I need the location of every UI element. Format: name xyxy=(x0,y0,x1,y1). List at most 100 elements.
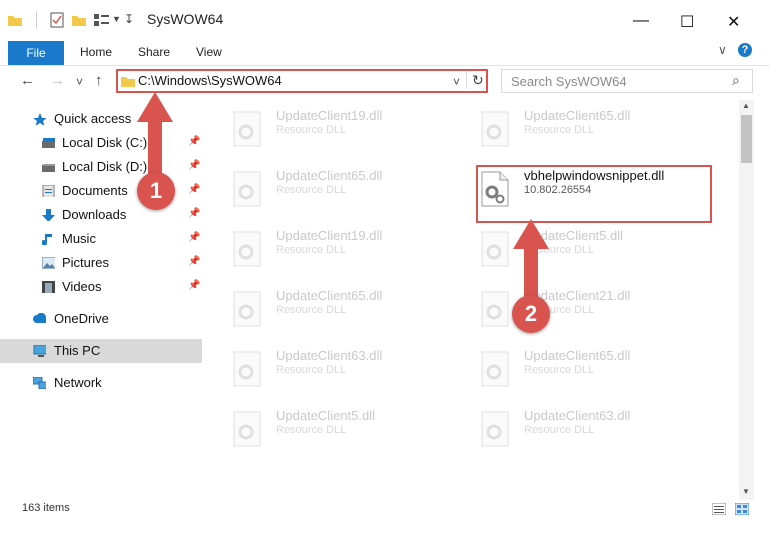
address-dropdown-button[interactable]: ˅ xyxy=(453,75,460,89)
sidebar-item-pictures[interactable]: Pictures 📌 xyxy=(0,251,202,275)
scrollbar-thumb[interactable] xyxy=(741,115,752,163)
star-icon xyxy=(33,113,46,125)
file-item[interactable]: UpdateClient63.dll Resource DLL xyxy=(230,348,460,398)
dll-file-icon xyxy=(233,231,261,267)
new-folder-icon[interactable] xyxy=(72,14,86,26)
window-title: SysWOW64 xyxy=(147,11,224,27)
dll-file-icon xyxy=(481,411,509,447)
tab-home[interactable]: Home xyxy=(80,45,112,59)
scroll-down-icon[interactable]: ▼ xyxy=(742,487,750,496)
sidebar-item-label: OneDrive xyxy=(54,311,109,326)
file-type: Resource DLL xyxy=(524,124,595,136)
details-view-icon[interactable] xyxy=(712,503,726,515)
drive-icon xyxy=(42,164,55,172)
dll-file-icon xyxy=(233,291,261,327)
recent-locations-button[interactable]: ˅ xyxy=(76,75,83,89)
dll-file-icon xyxy=(481,351,509,387)
dll-file-icon xyxy=(233,111,261,147)
annotation-badge-2: 2 xyxy=(512,295,550,333)
sidebar-item-label: Network xyxy=(54,375,102,390)
up-button[interactable]: ↑ xyxy=(95,72,103,89)
address-path[interactable]: C:\Windows\SysWOW64 xyxy=(138,73,282,88)
file-name: UpdateClient19.dll xyxy=(276,228,383,243)
music-icon xyxy=(42,234,52,245)
file-item[interactable]: UpdateClient65.dll Resource DLL xyxy=(230,288,460,338)
scroll-up-icon[interactable]: ▲ xyxy=(742,101,750,110)
file-type: Resource DLL xyxy=(276,124,347,136)
dll-file-icon xyxy=(233,171,261,207)
pin-icon: 📌 xyxy=(188,184,201,195)
sidebar-item-network[interactable]: Network xyxy=(0,371,202,395)
back-button[interactable]: ← xyxy=(20,72,35,89)
file-item[interactable]: UpdateClient19.dll Resource DLL xyxy=(230,108,460,158)
dll-file-icon xyxy=(481,111,509,147)
annotation-arrow-up-icon xyxy=(513,219,549,297)
pin-icon: 📌 xyxy=(188,208,201,219)
file-item[interactable]: UpdateClient19.dll Resource DLL xyxy=(230,228,460,278)
sidebar-item-label: Pictures xyxy=(62,255,109,270)
customize-toolbar-icon[interactable]: ↧ xyxy=(124,12,134,26)
file-highlight-box xyxy=(476,165,712,223)
forward-button[interactable]: → xyxy=(50,72,65,89)
tab-share[interactable]: Share xyxy=(138,45,170,59)
file-type: Resource DLL xyxy=(276,364,347,376)
status-item-count: 163 items xyxy=(22,502,70,514)
computer-icon xyxy=(33,345,46,357)
pictures-icon xyxy=(42,257,55,269)
dll-file-icon xyxy=(233,411,261,447)
sidebar-item-music[interactable]: Music 📌 xyxy=(0,227,202,251)
tab-view[interactable]: View xyxy=(196,45,222,59)
refresh-button[interactable]: ↻ xyxy=(472,72,484,89)
sidebar-item-label: Quick access xyxy=(54,111,132,126)
pin-icon: 📌 xyxy=(188,280,201,291)
file-name: UpdateClient65.dll xyxy=(276,288,383,303)
ribbon-bar xyxy=(0,38,769,66)
annotation-arrow-up-icon xyxy=(137,92,173,182)
customize-view-icon[interactable] xyxy=(94,13,110,27)
folder-icon xyxy=(121,77,135,87)
file-name: UpdateClient65.dll xyxy=(524,108,631,123)
pin-icon: 📌 xyxy=(188,232,201,243)
file-tab[interactable]: File xyxy=(8,41,64,65)
pin-icon: 📌 xyxy=(188,256,201,267)
sidebar-item-downloads[interactable]: Downloads 📌 xyxy=(0,203,202,227)
dll-file-icon xyxy=(481,291,509,327)
file-name: UpdateClient5.dll xyxy=(276,408,376,423)
drive-icon xyxy=(42,138,55,148)
dropdown-arrow-icon[interactable]: ▼ xyxy=(112,14,121,24)
sidebar-item-label: Music xyxy=(62,231,96,246)
search-input[interactable]: Search SysWOW64 xyxy=(511,74,627,89)
file-item[interactable]: UpdateClient5.dll Resource DLL xyxy=(230,408,460,458)
expand-ribbon-button[interactable]: ∨ xyxy=(718,43,727,57)
sidebar-item-label: Documents xyxy=(62,183,128,198)
search-icon[interactable]: ⌕ xyxy=(732,72,740,89)
file-type: Resource DLL xyxy=(524,424,595,436)
large-icons-view-icon[interactable] xyxy=(735,503,749,515)
documents-icon xyxy=(42,185,55,197)
sidebar-item-this-pc[interactable]: This PC xyxy=(0,339,202,363)
file-type: Resource DLL xyxy=(276,424,347,436)
file-item[interactable]: UpdateClient63.dll Resource DLL xyxy=(478,408,708,458)
sidebar-item-onedrive[interactable]: OneDrive xyxy=(0,307,202,331)
minimize-button[interactable]: — xyxy=(633,12,649,30)
pin-icon: 📌 xyxy=(188,136,201,147)
file-item[interactable]: UpdateClient65.dll Resource DLL xyxy=(478,348,708,398)
file-type: Resource DLL xyxy=(276,184,347,196)
help-button[interactable]: ? xyxy=(738,43,752,57)
dll-file-icon xyxy=(233,351,261,387)
close-button[interactable]: ✕ xyxy=(727,12,740,32)
folder-icon xyxy=(8,16,22,26)
sidebar-item-label: Videos xyxy=(62,279,102,294)
sidebar-item-videos[interactable]: Videos 📌 xyxy=(0,275,202,299)
properties-icon[interactable] xyxy=(50,12,64,28)
file-item[interactable]: UpdateClient65.dll Resource DLL xyxy=(478,108,708,158)
file-type: Resource DLL xyxy=(276,304,347,316)
file-type: Resource DLL xyxy=(524,364,595,376)
maximize-button[interactable]: ☐ xyxy=(680,12,694,32)
sidebar-item-label: This PC xyxy=(54,343,101,358)
network-icon xyxy=(33,377,46,389)
downloads-icon xyxy=(42,209,55,221)
sidebar-item-label: Downloads xyxy=(62,207,127,222)
file-item[interactable]: UpdateClient65.dll Resource DLL xyxy=(230,168,460,218)
divider xyxy=(36,12,37,28)
